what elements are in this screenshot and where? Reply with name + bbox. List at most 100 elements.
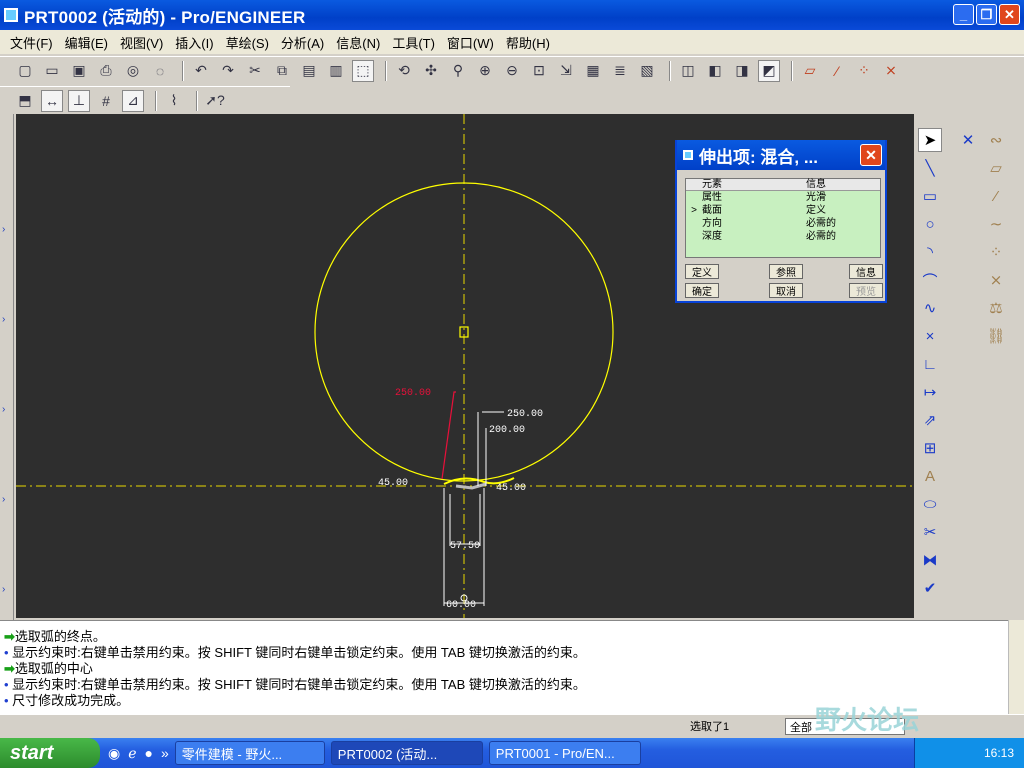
cancel-button[interactable]: 取消: [769, 283, 803, 298]
use-edge-icon[interactable]: ∟: [918, 352, 942, 376]
hidden-line-icon[interactable]: ◧: [704, 60, 726, 82]
text-icon[interactable]: A: [918, 464, 942, 488]
constraints-icon[interactable]: ⊞: [918, 436, 942, 460]
cut-icon[interactable]: ✂: [244, 60, 266, 82]
select-box-icon[interactable]: ⬚: [352, 59, 374, 82]
close-button[interactable]: ✕: [999, 4, 1020, 25]
zoom-in-icon[interactable]: ⊕: [474, 60, 496, 82]
paste-special-icon[interactable]: ▥: [325, 60, 347, 82]
start-button[interactable]: start: [0, 738, 100, 768]
view-manager-icon[interactable]: ▧: [636, 60, 658, 82]
table-row[interactable]: 深度 必需的: [686, 230, 880, 243]
menu-insert[interactable]: 插入(I): [169, 33, 219, 52]
new-icon[interactable]: ▢: [14, 60, 36, 82]
preview-button[interactable]: 预览: [849, 283, 883, 298]
menu-file[interactable]: 文件(F): [4, 33, 59, 52]
wireframe-icon[interactable]: ◫: [677, 60, 699, 82]
save-icon[interactable]: ▣: [68, 60, 90, 82]
menu-help[interactable]: 帮助(H): [500, 33, 556, 52]
datum-curve-icon[interactable]: ∾: [984, 128, 1008, 152]
table-row[interactable]: 方向 必需的: [686, 217, 880, 230]
select-arrow-icon[interactable]: ➤: [918, 128, 942, 152]
mirror-icon[interactable]: ⧓: [918, 548, 942, 572]
shading-icon[interactable]: ◩: [758, 59, 780, 82]
define-button[interactable]: 定义: [685, 264, 719, 279]
menu-tools[interactable]: 工具(T): [386, 33, 441, 52]
dim-top[interactable]: 250.00: [507, 409, 543, 420]
sketch-orient-icon[interactable]: ⬒: [14, 90, 36, 112]
rectangle-icon[interactable]: ▭: [918, 184, 942, 208]
done-check-icon[interactable]: ✔: [918, 576, 942, 600]
paste-icon[interactable]: ▤: [298, 60, 320, 82]
sketched-curve-icon[interactable]: ∼: [984, 212, 1008, 236]
refit-icon[interactable]: ⊡: [528, 60, 550, 82]
print-icon[interactable]: ⎙: [95, 60, 117, 82]
spin-center-icon[interactable]: ✣: [420, 60, 442, 82]
menu-window[interactable]: 窗口(W): [441, 33, 500, 52]
dimension-display-icon[interactable]: ↔: [41, 89, 63, 112]
ok-button[interactable]: 确定: [685, 283, 719, 298]
ie-icon[interactable]: ℯ: [128, 745, 136, 762]
menu-analysis[interactable]: 分析(A): [275, 33, 330, 52]
table-row[interactable]: > 截面 定义: [686, 204, 880, 217]
left-collapsed-panel[interactable]: › › › › ›: [0, 114, 14, 620]
expand-arrow-icon[interactable]: ›: [2, 494, 5, 505]
message-scrollbar[interactable]: [1008, 620, 1024, 714]
orient-icon[interactable]: ⚲: [447, 60, 469, 82]
expand-arrow-icon[interactable]: ›: [2, 404, 5, 415]
dimension-icon[interactable]: ↦: [918, 380, 942, 404]
expand-arrow-icon[interactable]: ›: [2, 224, 5, 235]
quit-x-icon[interactable]: ✕: [956, 128, 980, 152]
dialog-close-button[interactable]: ✕: [860, 144, 882, 166]
undo-icon[interactable]: ↶: [190, 60, 212, 82]
spline-icon[interactable]: ∿: [918, 296, 942, 320]
col-info-header[interactable]: 信息: [806, 179, 876, 190]
whats-this-icon[interactable]: ➚?: [204, 90, 226, 112]
arc-icon[interactable]: ◝: [918, 240, 942, 264]
task-forum[interactable]: 零件建模 - 野火...: [174, 741, 325, 765]
zoom-out-icon[interactable]: ⊖: [501, 60, 523, 82]
datum-axis-icon[interactable]: ⁄: [984, 184, 1008, 208]
analysis-icon[interactable]: ⚖: [984, 296, 1008, 320]
table-row[interactable]: 属性 光滑: [686, 191, 880, 204]
dim-bottom-60[interactable]: 60.00: [446, 600, 476, 611]
grid-display-icon[interactable]: #: [95, 90, 117, 112]
chain-icon[interactable]: ⛓: [984, 324, 1008, 348]
task-prt0001[interactable]: PRT0001 - Pro/EN...: [488, 741, 641, 765]
reorient-icon[interactable]: ⇲: [555, 60, 577, 82]
dim-mid[interactable]: 200.00: [489, 425, 525, 436]
dialog-title-bar[interactable]: 伸出项: 混合, ...: [677, 140, 885, 170]
dim-bottom-57[interactable]: 57.50: [450, 541, 480, 552]
expand-arrow-icon[interactable]: ›: [2, 314, 5, 325]
restore-button[interactable]: ❐: [976, 4, 997, 25]
send-icon[interactable]: ◎: [122, 60, 144, 82]
palette-icon[interactable]: ⬭: [918, 492, 942, 516]
col-element-header[interactable]: 元素: [702, 179, 806, 190]
task-prt0002[interactable]: PRT0002 (活动...: [330, 741, 483, 765]
layers-icon[interactable]: ≣: [609, 60, 631, 82]
line-icon[interactable]: ╲: [918, 156, 942, 180]
csys-icon[interactable]: ⨯: [880, 60, 902, 82]
email-icon[interactable]: ◌: [149, 60, 171, 82]
constraint-display-icon[interactable]: ⊥: [68, 89, 90, 112]
minimize-button[interactable]: _: [953, 4, 974, 25]
datum-axes-icon[interactable]: ⁄: [826, 60, 848, 82]
no-hidden-icon[interactable]: ◨: [731, 60, 753, 82]
menu-sketch[interactable]: 草绘(S): [220, 33, 275, 52]
vertex-display-icon[interactable]: ⊿: [122, 89, 144, 112]
copy-icon[interactable]: ⧉: [271, 60, 293, 82]
reference-button[interactable]: 参照: [769, 264, 803, 279]
redo-icon[interactable]: ↷: [217, 60, 239, 82]
modify-icon[interactable]: ⇗: [918, 408, 942, 432]
menu-info[interactable]: 信息(N): [330, 33, 386, 52]
datum-planes-icon[interactable]: ▱: [799, 60, 821, 82]
open-icon[interactable]: ▭: [41, 60, 63, 82]
menu-view[interactable]: 视图(V): [114, 33, 169, 52]
circle-icon[interactable]: ○: [918, 212, 942, 236]
trim-icon[interactable]: ✂: [918, 520, 942, 544]
repaint-icon[interactable]: ⟲: [393, 60, 415, 82]
csys-tool-icon[interactable]: ⨯: [984, 268, 1008, 292]
menu-edit[interactable]: 编辑(E): [59, 33, 114, 52]
firefox-icon[interactable]: ●: [145, 745, 153, 761]
point-icon[interactable]: ×: [918, 324, 942, 348]
